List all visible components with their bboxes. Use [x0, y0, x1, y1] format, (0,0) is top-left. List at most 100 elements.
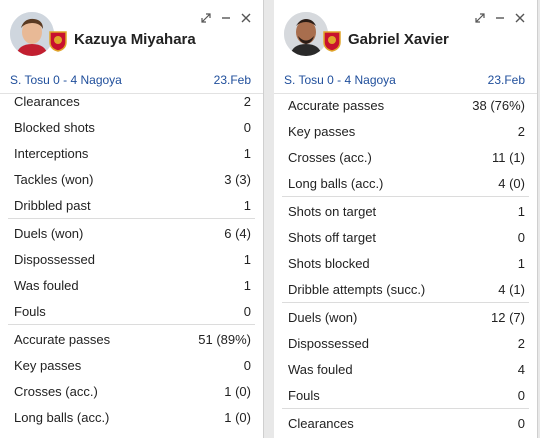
club-badge-icon	[48, 30, 68, 52]
minimize-icon[interactable]	[495, 10, 505, 20]
stat-row: Dispossessed 2	[274, 330, 537, 356]
stat-label: Long balls (acc.)	[288, 176, 384, 191]
stat-value: 2	[243, 94, 251, 109]
stat-label: Key passes	[288, 124, 356, 139]
close-icon[interactable]	[241, 10, 251, 23]
stat-value: 0	[517, 230, 525, 245]
stat-label: Clearances	[288, 416, 354, 431]
stat-label: Fouls	[288, 388, 320, 403]
stat-row: Blocked shots 0	[0, 114, 263, 140]
stat-label: Dribbled past	[14, 198, 91, 213]
stat-value: 4 (0)	[498, 176, 525, 191]
expand-icon[interactable]	[475, 10, 485, 23]
stat-value: 1	[517, 256, 525, 271]
player-name[interactable]: Kazuya Miyahara	[74, 31, 196, 48]
stat-row: Key passes 2	[274, 118, 537, 144]
minimize-icon[interactable]	[221, 10, 231, 20]
stat-row: Duels (won) 12 (7)	[274, 304, 537, 330]
player-stats-popups: Kazuya Miyahara S. Tosu 0 - 4 Nagoya 23.…	[0, 0, 540, 438]
stat-value: 6 (4)	[224, 226, 251, 241]
stat-row: Accurate passes 51 (89%)	[0, 326, 263, 352]
stat-label: Crosses (acc.)	[288, 150, 372, 165]
stat-row: Shots blocked 1	[274, 250, 537, 276]
stat-label: Shots on target	[288, 204, 377, 219]
close-icon[interactable]	[515, 10, 525, 23]
stat-label: Duels (won)	[14, 226, 84, 241]
match-link[interactable]: S. Tosu 0 - 4 Nagoya	[10, 73, 122, 87]
stat-row: Clearances 0	[274, 410, 537, 436]
stat-value: 4	[517, 362, 525, 377]
stat-label: Dispossessed	[14, 252, 95, 267]
stat-row: Tackles (won) 3 (3)	[0, 166, 263, 192]
stat-row: Long balls (acc.) 4 (0)	[274, 170, 537, 196]
stat-value: 1 (0)	[224, 410, 251, 425]
stat-row: Shots off target 0	[274, 224, 537, 250]
stat-value: 3 (3)	[224, 172, 251, 187]
stat-row: Was fouled 4	[274, 356, 537, 382]
stat-label: Tackles (won)	[14, 172, 94, 187]
club-badge-icon	[322, 30, 342, 52]
stat-label: Long balls (acc.)	[14, 410, 110, 425]
stat-label: Dispossessed	[288, 336, 369, 351]
stat-value: 1 (0)	[224, 384, 251, 399]
stat-label: Key passes	[14, 358, 82, 373]
player-name[interactable]: Gabriel Xavier	[348, 31, 449, 48]
stat-row: Interceptions 1	[0, 140, 263, 166]
player-card-right: Gabriel Xavier S. Tosu 0 - 4 Nagoya 23.F…	[274, 0, 538, 438]
stat-label: Interceptions	[14, 146, 89, 161]
stat-value: 0	[243, 304, 251, 319]
match-date: 23.Feb	[487, 73, 525, 87]
stat-value: 38 (76%)	[472, 98, 525, 113]
stat-value: 51 (89%)	[198, 332, 251, 347]
stat-row: Dribbled past 1	[0, 192, 263, 218]
stat-label: Duels (won)	[288, 310, 358, 325]
stat-row: Long balls (acc.) 1 (0)	[0, 404, 263, 430]
stat-label: Blocked shots	[14, 120, 95, 135]
stat-row: Was fouled 1	[0, 272, 263, 298]
stat-row: Fouls 0	[0, 298, 263, 324]
stat-row: Accurate passes 38 (76%)	[274, 92, 537, 118]
stat-value: 1	[243, 198, 251, 213]
stat-value: 2	[517, 124, 525, 139]
stat-label: Dribble attempts (succ.)	[288, 282, 426, 297]
stat-value: 12 (7)	[491, 310, 525, 325]
stat-label: Accurate passes	[14, 332, 111, 347]
stat-value: 1	[243, 278, 251, 293]
stat-row: Duels (won) 6 (4)	[0, 220, 263, 246]
stat-value: 1	[243, 146, 251, 161]
stat-value: 4 (1)	[498, 282, 525, 297]
stat-value: 0	[243, 358, 251, 373]
stat-value: 0	[517, 388, 525, 403]
stat-row: Clearances 2	[0, 88, 263, 114]
match-link[interactable]: S. Tosu 0 - 4 Nagoya	[284, 73, 396, 87]
stat-value: 0	[517, 416, 525, 431]
stats-list: Accurate passes 38 (76%) Key passes 2 Cros…	[274, 92, 537, 436]
stat-label: Shots blocked	[288, 256, 370, 271]
stats-list: Clearances 2 Blocked shots 0 Interceptions…	[0, 88, 263, 430]
stat-value: 11 (1)	[492, 150, 525, 165]
stat-label: Was fouled	[14, 278, 79, 293]
card-header: Kazuya Miyahara	[0, 0, 263, 66]
stat-label: Clearances	[14, 94, 80, 109]
player-card-left: Kazuya Miyahara S. Tosu 0 - 4 Nagoya 23.…	[0, 0, 264, 438]
stat-label: Was fouled	[288, 362, 353, 377]
stat-label: Shots off target	[288, 230, 376, 245]
card-header: Gabriel Xavier	[274, 0, 537, 66]
stat-value: 1	[243, 252, 251, 267]
stat-row: Crosses (acc.) 1 (0)	[0, 378, 263, 404]
stat-row: Dribble attempts (succ.) 4 (1)	[274, 276, 537, 302]
stat-label: Fouls	[14, 304, 46, 319]
match-date: 23.Feb	[213, 73, 251, 87]
match-info: S. Tosu 0 - 4 Nagoya 23.Feb	[274, 66, 537, 94]
stat-value: 2	[517, 336, 525, 351]
stat-row: Fouls 0	[274, 382, 537, 408]
window-controls	[475, 10, 525, 23]
stat-row: Shots on target 1	[274, 198, 537, 224]
expand-icon[interactable]	[201, 10, 211, 23]
stat-label: Accurate passes	[288, 98, 385, 113]
stat-label: Crosses (acc.)	[14, 384, 98, 399]
stat-row: Dispossessed 1	[0, 246, 263, 272]
stat-row: Key passes 0	[0, 352, 263, 378]
stat-row: Crosses (acc.) 11 (1)	[274, 144, 537, 170]
stat-value: 1	[517, 204, 525, 219]
